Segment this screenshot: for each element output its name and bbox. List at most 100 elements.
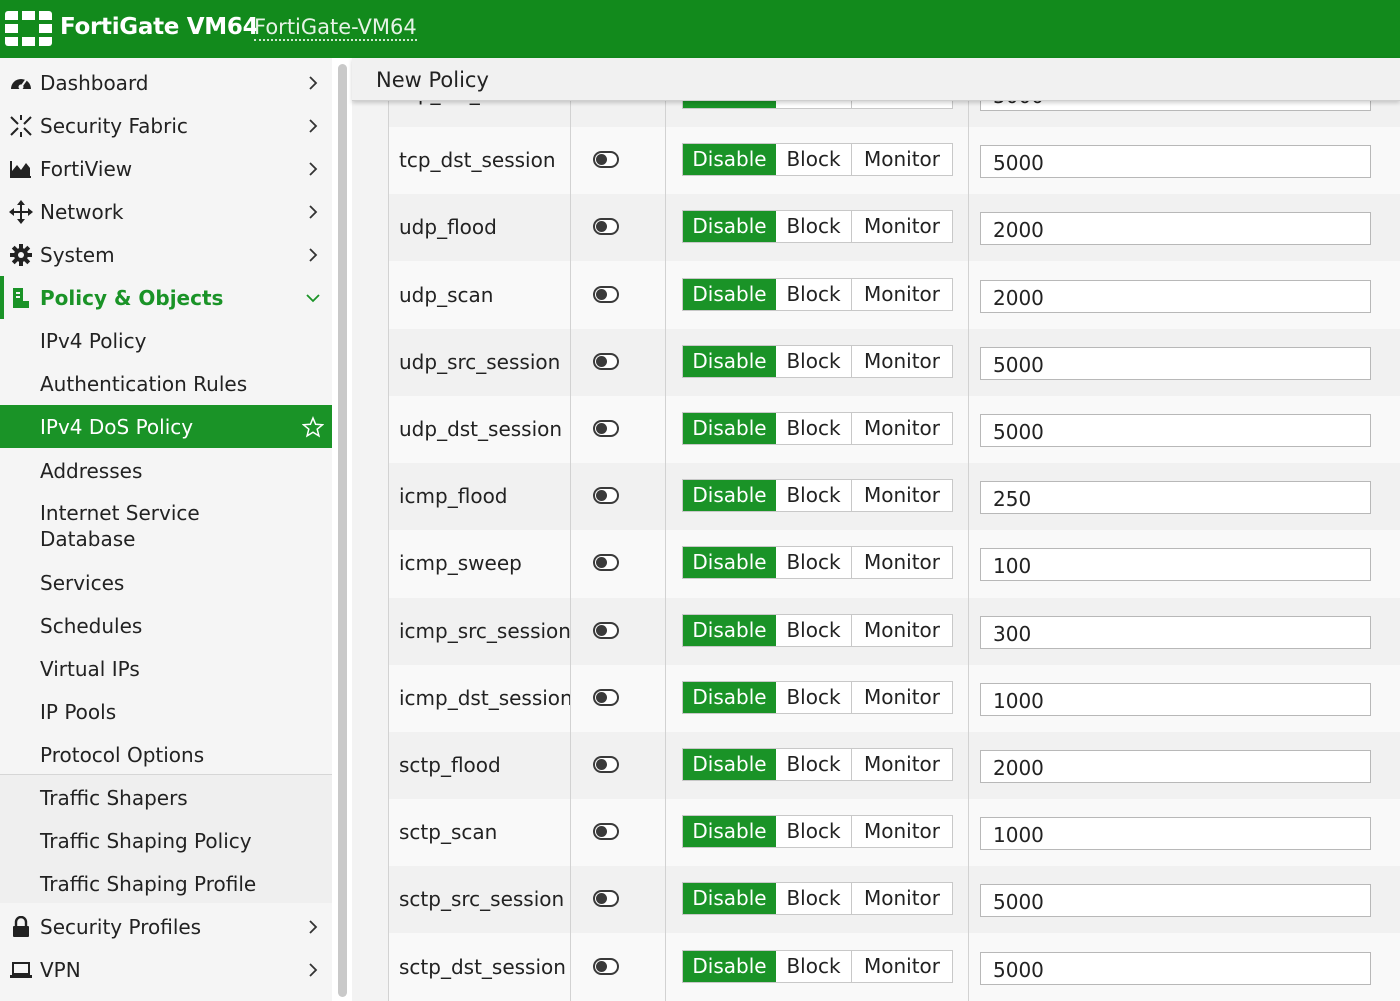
sidebar-item-authentication-rules[interactable]: Authentication Rules [0, 362, 332, 405]
sidebar-item-traffic-shapers[interactable]: Traffic Shapers [0, 776, 332, 819]
action-block-button[interactable]: Block [776, 615, 852, 646]
action-disable-button[interactable]: Disable [683, 211, 776, 242]
sidebar-scrollbar-thumb[interactable] [338, 64, 347, 997]
sidebar-item-schedules[interactable]: Schedules [0, 604, 332, 647]
threshold-input[interactable] [980, 280, 1371, 313]
action-selector[interactable]: DisableBlockMonitor [682, 748, 953, 781]
action-disable-button[interactable]: Disable [683, 547, 776, 578]
action-block-button[interactable]: Block [776, 144, 852, 175]
sidebar-item-traffic-shaping-policy[interactable]: Traffic Shaping Policy [0, 819, 332, 862]
threshold-input[interactable] [980, 952, 1371, 985]
status-toggle[interactable] [593, 151, 619, 168]
action-block-button[interactable]: Block [776, 279, 852, 310]
sidebar-item-ipv4-dos-policy[interactable]: IPv4 DoS Policy [0, 405, 332, 448]
sidebar-item-virtual-ips[interactable]: Virtual IPs [0, 647, 332, 690]
action-monitor-button[interactable]: Monitor [852, 413, 952, 444]
sidebar-item-dashboard[interactable]: Dashboard [0, 61, 332, 104]
action-block-button[interactable]: Block [776, 346, 852, 377]
action-monitor-button[interactable]: Monitor [852, 100, 952, 108]
sidebar-item-protocol-options[interactable]: Protocol Options [0, 733, 332, 776]
action-selector[interactable]: DisableBlockMonitor [682, 210, 953, 243]
action-disable-button[interactable]: Disable [683, 682, 776, 713]
action-monitor-button[interactable]: Monitor [852, 480, 952, 511]
action-block-button[interactable]: Block [776, 682, 852, 713]
threshold-input[interactable] [980, 145, 1371, 178]
sidebar-item-traffic-shaping-profile[interactable]: Traffic Shaping Profile [0, 862, 332, 905]
sidebar-item-vpn[interactable]: VPN [0, 948, 332, 991]
threshold-input[interactable] [980, 481, 1371, 514]
action-disable-button[interactable]: Disable [683, 816, 776, 847]
status-toggle[interactable] [593, 353, 619, 370]
action-selector[interactable]: DisableBlockMonitor [682, 815, 953, 848]
action-disable-button[interactable]: Disable [683, 749, 776, 780]
action-selector[interactable]: DisableBlockMonitor [682, 278, 953, 311]
action-selector[interactable]: DisableBlockMonitor [682, 950, 953, 983]
threshold-input[interactable] [980, 100, 1371, 111]
action-disable-button[interactable]: Disable [683, 346, 776, 377]
sidebar-item-security-fabric[interactable]: Security Fabric [0, 104, 332, 147]
action-block-button[interactable]: Block [776, 480, 852, 511]
fortinet-logo-icon[interactable] [5, 11, 52, 46]
action-selector[interactable]: DisableBlockMonitor [682, 412, 953, 445]
threshold-input[interactable] [980, 212, 1371, 245]
action-monitor-button[interactable]: Monitor [852, 547, 952, 578]
status-toggle[interactable] [593, 554, 619, 571]
action-block-button[interactable]: Block [776, 883, 852, 914]
status-toggle[interactable] [593, 218, 619, 235]
action-monitor-button[interactable]: Monitor [852, 279, 952, 310]
sidebar-item-fortiview[interactable]: FortiView [0, 147, 332, 190]
threshold-input[interactable] [980, 347, 1371, 380]
threshold-input[interactable] [980, 884, 1371, 917]
status-toggle[interactable] [593, 823, 619, 840]
sidebar-item-system[interactable]: System [0, 233, 332, 276]
status-toggle[interactable] [593, 487, 619, 504]
action-selector[interactable]: DisableBlockMonitor [682, 882, 953, 915]
action-selector[interactable]: DisableBlockMonitor [682, 345, 953, 378]
action-selector[interactable]: DisableBlockMonitor [682, 546, 953, 579]
action-block-button[interactable]: Block [776, 211, 852, 242]
action-block-button[interactable]: Block [776, 100, 852, 108]
sidebar-item-services[interactable]: Services [0, 561, 332, 604]
status-toggle[interactable] [593, 890, 619, 907]
action-selector[interactable]: DisableBlockMonitor [682, 100, 953, 109]
action-monitor-button[interactable]: Monitor [852, 883, 952, 914]
action-selector[interactable]: DisableBlockMonitor [682, 614, 953, 647]
status-toggle[interactable] [593, 689, 619, 706]
threshold-input[interactable] [980, 616, 1371, 649]
status-toggle[interactable] [593, 622, 619, 639]
action-disable-button[interactable]: Disable [683, 951, 776, 982]
action-monitor-button[interactable]: Monitor [852, 951, 952, 982]
action-monitor-button[interactable]: Monitor [852, 816, 952, 847]
sidebar-item-security-profiles[interactable]: Security Profiles [0, 905, 332, 948]
threshold-input[interactable] [980, 548, 1371, 581]
action-selector[interactable]: DisableBlockMonitor [682, 479, 953, 512]
sidebar-item-policy-objects[interactable]: Policy & Objects [0, 276, 332, 319]
action-disable-button[interactable]: Disable [683, 615, 776, 646]
favorite-star-icon[interactable] [302, 415, 324, 438]
action-disable-button[interactable]: Disable [683, 100, 776, 108]
threshold-input[interactable] [980, 414, 1371, 447]
action-monitor-button[interactable]: Monitor [852, 682, 952, 713]
sidebar-item-internet-service-database[interactable]: Internet Service Database [0, 496, 332, 556]
action-monitor-button[interactable]: Monitor [852, 346, 952, 377]
action-block-button[interactable]: Block [776, 413, 852, 444]
sidebar-item-ipv4-policy[interactable]: IPv4 Policy [0, 319, 332, 362]
threshold-input[interactable] [980, 817, 1371, 850]
action-monitor-button[interactable]: Monitor [852, 144, 952, 175]
action-disable-button[interactable]: Disable [683, 279, 776, 310]
sidebar-item-ip-pools[interactable]: IP Pools [0, 690, 332, 733]
action-selector[interactable]: DisableBlockMonitor [682, 681, 953, 714]
action-block-button[interactable]: Block [776, 749, 852, 780]
action-monitor-button[interactable]: Monitor [852, 211, 952, 242]
status-toggle[interactable] [593, 286, 619, 303]
status-toggle[interactable] [593, 756, 619, 773]
action-disable-button[interactable]: Disable [683, 480, 776, 511]
action-monitor-button[interactable]: Monitor [852, 615, 952, 646]
action-monitor-button[interactable]: Monitor [852, 749, 952, 780]
action-block-button[interactable]: Block [776, 951, 852, 982]
status-toggle[interactable] [593, 958, 619, 975]
action-disable-button[interactable]: Disable [683, 144, 776, 175]
threshold-input[interactable] [980, 683, 1371, 716]
action-selector[interactable]: DisableBlockMonitor [682, 143, 953, 176]
status-toggle[interactable] [593, 420, 619, 437]
